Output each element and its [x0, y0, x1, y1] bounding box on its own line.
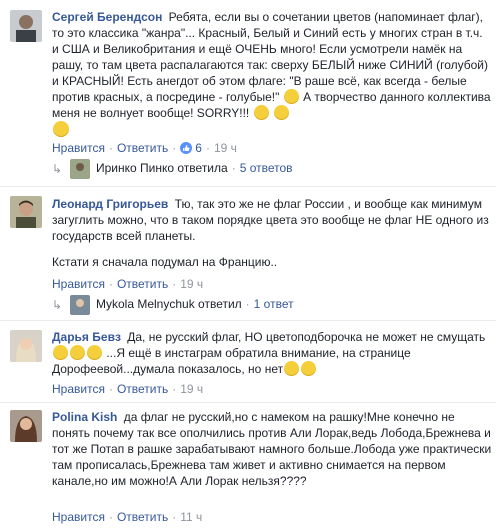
reply-avatar — [70, 294, 90, 315]
replies-summary[interactable]: ↳ Mykola Melnychuk ответил · 1 ответ — [52, 294, 294, 315]
reply-button[interactable]: Ответить — [117, 382, 168, 396]
reply-author[interactable]: Иринко Пинко — [96, 161, 174, 175]
reply-button[interactable]: Ответить — [117, 277, 168, 291]
comment-author[interactable]: Сергей Берендсон — [52, 10, 162, 24]
comment-text: Да, не русский флаг, НО цветоподборочка … — [127, 330, 486, 344]
unamused-emoji-icon — [301, 361, 317, 376]
reply-avatar — [70, 158, 90, 179]
divider — [0, 186, 496, 187]
comment-timestamp[interactable]: 19 ч — [180, 277, 203, 291]
confused-emoji-icon — [70, 345, 85, 360]
comment-text: да флаг не русский,но с намеком на рашку… — [52, 410, 492, 488]
replies-count-link[interactable]: 1 ответ — [254, 297, 294, 311]
reply-arrow-icon: ↳ — [52, 297, 63, 312]
reply-button[interactable]: Ответить — [117, 141, 168, 155]
like-button[interactable]: Нравится — [52, 277, 105, 291]
replies-count-link[interactable]: 5 ответов — [240, 161, 293, 175]
comment-timestamp[interactable]: 19 ч — [180, 382, 203, 396]
reply-arrow-icon: ↳ — [52, 161, 63, 176]
reply-verb: ответил — [198, 297, 242, 311]
smile-emoji-icon — [273, 105, 289, 120]
reply-button[interactable]: Ответить — [117, 510, 168, 524]
persevere-emoji-icon — [284, 361, 300, 376]
comment-timestamp[interactable]: 11 ч — [180, 510, 202, 524]
like-icon — [180, 142, 193, 154]
divider — [0, 320, 496, 321]
reply-author[interactable]: Mykola Melnychuk — [96, 297, 195, 311]
like-button[interactable]: Нравится — [52, 141, 105, 155]
comment-author[interactable]: Polina Kish — [52, 410, 117, 424]
like-button[interactable]: Нравится — [52, 510, 105, 524]
like-button[interactable]: Нравится — [52, 382, 105, 396]
surprised-emoji-icon — [53, 345, 68, 360]
comment-author[interactable]: Леонард Григорьев — [52, 197, 168, 211]
smile-emoji-icon — [283, 89, 299, 104]
comment-text-second: Кстати я сначала подумал на Францию.. — [52, 255, 278, 269]
divider — [0, 402, 496, 403]
comment-timestamp[interactable]: 19 ч — [214, 141, 237, 155]
smile-emoji-icon — [253, 105, 269, 120]
smile-emoji-icon — [53, 121, 69, 137]
comment-text-continued: ...Я ещё в инстаграм обратила внимание, … — [52, 346, 411, 376]
confused-emoji-icon — [87, 345, 102, 360]
comment-author[interactable]: Дарья Бевз — [52, 330, 121, 344]
replies-summary[interactable]: ↳ Иринко Пинко ответила · 5 ответов — [52, 158, 293, 179]
avatar[interactable] — [10, 10, 42, 42]
avatar[interactable] — [10, 196, 42, 228]
reply-verb: ответила — [177, 161, 228, 175]
avatar[interactable] — [10, 330, 42, 362]
like-count[interactable]: 6 — [195, 141, 202, 155]
avatar[interactable] — [10, 410, 42, 442]
